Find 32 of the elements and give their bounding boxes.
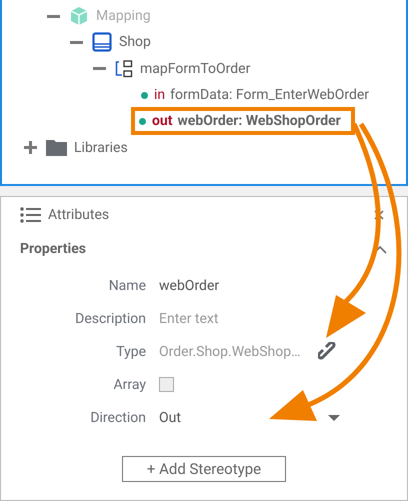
folder-icon xyxy=(46,139,67,156)
link-icon[interactable] xyxy=(318,342,338,362)
field-label: Array xyxy=(112,376,146,394)
tree-item[interactable]: Shop xyxy=(119,34,151,50)
section-title: Properties xyxy=(20,241,86,257)
array-checkbox[interactable] xyxy=(159,377,174,392)
direction-keyword: in xyxy=(154,87,166,104)
close-icon[interactable] xyxy=(374,210,384,220)
class-icon xyxy=(92,32,112,52)
field-label: Type xyxy=(115,342,146,362)
parameter-label: formData: Form_EnterWebOrder xyxy=(170,87,370,104)
field-label: Name xyxy=(108,276,146,296)
tree-item[interactable]: mapFormToOrder xyxy=(140,60,250,77)
parameter-label: webOrder: WebShopOrder xyxy=(177,113,341,130)
cube-icon xyxy=(69,6,89,26)
operation-icon xyxy=(115,60,133,78)
direction-dropdown[interactable]: Out xyxy=(159,410,181,426)
add-stereotype-button[interactable]: + Add Stereotype xyxy=(122,456,286,482)
parameter-icon xyxy=(139,118,146,125)
panel-title: Attributes xyxy=(48,207,110,223)
name-field[interactable]: webOrder xyxy=(159,269,309,302)
type-value: Order.Shop.WebShop… xyxy=(159,342,302,362)
parameter-icon xyxy=(141,92,148,99)
direction-keyword: out xyxy=(152,113,172,130)
dropdown-caret-icon[interactable] xyxy=(328,414,340,420)
field-label: Description xyxy=(74,310,146,328)
parameter-item[interactable]: out webOrder: WebShopOrder xyxy=(131,107,355,136)
parameter-item[interactable]: in formData: Form_EnterWebOrder xyxy=(139,87,372,104)
tree-item[interactable]: Libraries xyxy=(74,140,128,156)
expand-icon[interactable] xyxy=(23,140,37,155)
field-label: Direction xyxy=(89,408,146,428)
list-icon xyxy=(20,207,41,223)
